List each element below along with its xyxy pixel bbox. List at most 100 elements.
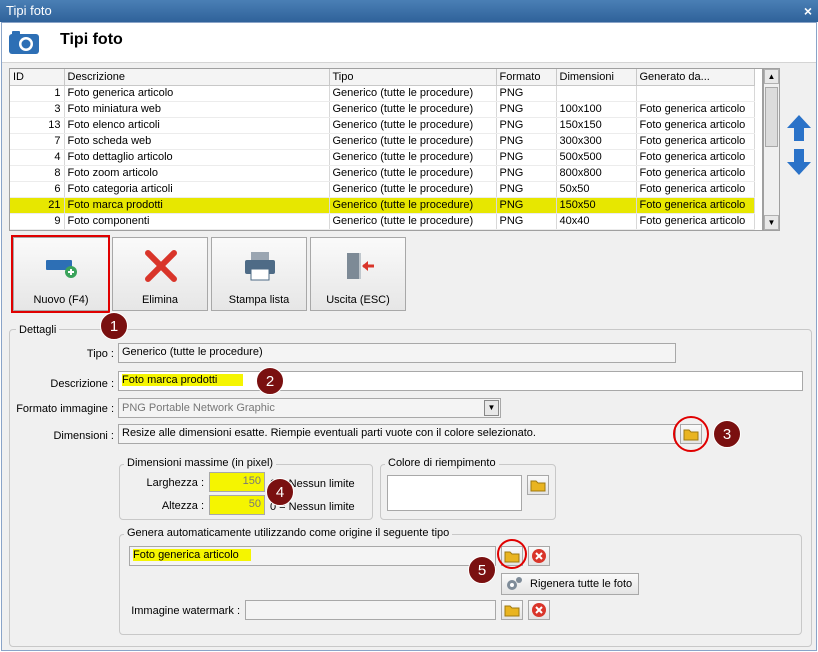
colore-group-label: Colore di riempimento bbox=[385, 457, 499, 469]
column-header[interactable]: ID bbox=[10, 69, 65, 86]
table-row[interactable]: 8 Foto zoom articolo Generico (tutte le pr… bbox=[10, 165, 755, 182]
column-header[interactable]: Descrizione bbox=[64, 69, 330, 86]
table-cell: PNG bbox=[496, 165, 557, 182]
table-cell: Generico (tutte le procedure) bbox=[329, 181, 497, 198]
table-cell: Generico (tutte le procedure) bbox=[329, 165, 497, 182]
table-cell: PNG bbox=[496, 181, 557, 198]
table-cell: 9 bbox=[10, 213, 65, 230]
table-cell: Foto generica articolo bbox=[64, 85, 330, 102]
column-header[interactable]: Dimensioni bbox=[556, 69, 637, 86]
dimensioni-field: Resize alle dimensioni esatte. Riempie e… bbox=[118, 424, 676, 444]
table-row[interactable]: 9 Foto componenti Generico (tutte le proce… bbox=[10, 213, 755, 230]
table-cell: 40x40 bbox=[556, 213, 637, 230]
altezza-input[interactable]: 50 bbox=[209, 495, 265, 515]
gears-icon bbox=[507, 577, 522, 590]
table-header: ID Descrizione Tipo Formato Dimensioni Genera… bbox=[10, 69, 755, 86]
table-cell: Foto generica articolo bbox=[636, 149, 755, 166]
annotation-circle-3 bbox=[673, 416, 709, 452]
table-cell: PNG bbox=[496, 101, 557, 118]
table-cell: 4 bbox=[10, 149, 65, 166]
table-cell: Foto generica articolo bbox=[636, 133, 755, 150]
folder-icon bbox=[504, 605, 520, 617]
table-cell: 500x500 bbox=[556, 149, 637, 166]
table-cell: Foto componenti bbox=[64, 213, 330, 230]
column-header[interactable]: Generato da... bbox=[636, 69, 755, 86]
table-cell: 3 bbox=[10, 101, 65, 118]
annotation-badge-2: 2 bbox=[256, 367, 284, 395]
table-cell: Generico (tutte le procedure) bbox=[329, 213, 497, 230]
table-cell: 7 bbox=[10, 133, 65, 150]
formato-value: PNG Portable Network Graphic bbox=[122, 402, 275, 414]
table-cell: PNG bbox=[496, 133, 557, 150]
table-scrollbar[interactable]: ▲ ▼ bbox=[763, 68, 780, 231]
table-cell: 6 bbox=[10, 181, 65, 198]
genera-clear-button[interactable] bbox=[528, 546, 550, 566]
table-cell: PNG bbox=[496, 117, 557, 134]
watermark-browse-button[interactable] bbox=[501, 600, 523, 620]
table-row[interactable]: 1 Foto generica articolo Generico (tutte l… bbox=[10, 85, 755, 102]
table-row[interactable]: 3 Foto miniatura web Generico (tutte le pr… bbox=[10, 101, 755, 118]
table-cell: 50x50 bbox=[556, 181, 637, 198]
watermark-label: Immagine watermark : bbox=[131, 605, 240, 617]
printer-icon bbox=[245, 252, 275, 281]
scroll-down-button[interactable]: ▼ bbox=[764, 215, 779, 230]
altezza-label: Altezza : bbox=[161, 500, 204, 512]
move-down-arrow-icon[interactable] bbox=[786, 147, 812, 177]
table-cell: Foto elenco articoli bbox=[64, 117, 330, 134]
table-cell: Generico (tutte le procedure) bbox=[329, 149, 497, 166]
chevron-down-icon[interactable]: ▼ bbox=[484, 400, 499, 416]
exit-button[interactable]: Uscita (ESC) bbox=[310, 237, 406, 311]
close-window-button[interactable]: × bbox=[804, 0, 812, 22]
colore-swatch[interactable] bbox=[387, 475, 522, 511]
larghezza-input[interactable]: 150 bbox=[209, 472, 265, 492]
table-cell: Foto generica articolo bbox=[636, 165, 755, 182]
table-cell: Foto generica articolo bbox=[636, 213, 755, 230]
descrizione-label: Descrizione : bbox=[50, 378, 114, 390]
annotation-badge-1: 1 bbox=[100, 312, 128, 340]
table-row[interactable]: 6 Foto categoria articoli Generico (tutte … bbox=[10, 181, 755, 198]
table-cell: Foto categoria articoli bbox=[64, 181, 330, 198]
clear-icon bbox=[532, 603, 546, 617]
formato-label: Formato immagine : bbox=[16, 403, 114, 415]
page-title: Tipi foto bbox=[60, 31, 123, 48]
table-row[interactable]: 4 Foto dettaglio articolo Generico (tutte … bbox=[10, 149, 755, 166]
table-cell: 800x800 bbox=[556, 165, 637, 182]
move-up-arrow-icon[interactable] bbox=[786, 113, 812, 143]
folder-icon bbox=[530, 480, 546, 492]
exit-door-icon bbox=[347, 253, 374, 279]
column-header[interactable]: Formato bbox=[496, 69, 557, 86]
table-cell: 13 bbox=[10, 117, 65, 134]
table-cell: Generico (tutte le procedure) bbox=[329, 117, 497, 134]
colore-picker-button[interactable] bbox=[527, 475, 549, 495]
descrizione-value: Foto marca prodotti bbox=[122, 374, 244, 386]
rigenera-button[interactable]: Rigenera tutte le foto bbox=[501, 573, 639, 595]
table-cell: Foto generica articolo bbox=[636, 181, 755, 198]
descrizione-input[interactable]: Foto marca prodotti bbox=[118, 371, 803, 391]
table-row[interactable]: 7 Foto scheda web Generico (tutte le proce… bbox=[10, 133, 755, 150]
formato-select[interactable]: PNG Portable Network Graphic ▼ bbox=[118, 398, 501, 418]
scrollbar-thumb[interactable] bbox=[765, 87, 778, 147]
table-row[interactable]: 21 Foto marca prodotti Generico (tutte le … bbox=[10, 197, 755, 214]
exit-button-label: Uscita (ESC) bbox=[326, 294, 390, 306]
table-cell: PNG bbox=[496, 213, 557, 230]
delete-button-label: Elimina bbox=[141, 294, 179, 306]
watermark-field bbox=[245, 600, 496, 620]
table-row[interactable]: 13 Foto elenco articoli Generico (tutte le… bbox=[10, 117, 755, 134]
scroll-up-button[interactable]: ▲ bbox=[764, 69, 779, 84]
watermark-clear-button[interactable] bbox=[528, 600, 550, 620]
table-cell: 21 bbox=[10, 197, 65, 214]
window-titlebar: Tipi foto × bbox=[0, 0, 818, 22]
delete-button[interactable]: Elimina bbox=[112, 237, 208, 311]
tipo-field: Generico (tutte le procedure) bbox=[118, 343, 676, 363]
table-cell: Foto zoom articolo bbox=[64, 165, 330, 182]
column-header[interactable]: Tipo bbox=[329, 69, 497, 86]
photo-types-table[interactable]: ID Descrizione Tipo Formato Dimensioni Genera… bbox=[9, 68, 763, 231]
table-cell: PNG bbox=[496, 149, 557, 166]
table-cell: Foto generica articolo bbox=[636, 117, 755, 134]
table-cell: Generico (tutte le procedure) bbox=[329, 85, 497, 102]
table-cell: Generico (tutte le procedure) bbox=[329, 101, 497, 118]
rigenera-label: Rigenera tutte le foto bbox=[530, 578, 633, 590]
table-cell: 100x100 bbox=[556, 101, 637, 118]
print-list-button[interactable]: Stampa lista bbox=[211, 237, 307, 311]
window-title: Tipi foto bbox=[6, 3, 52, 18]
